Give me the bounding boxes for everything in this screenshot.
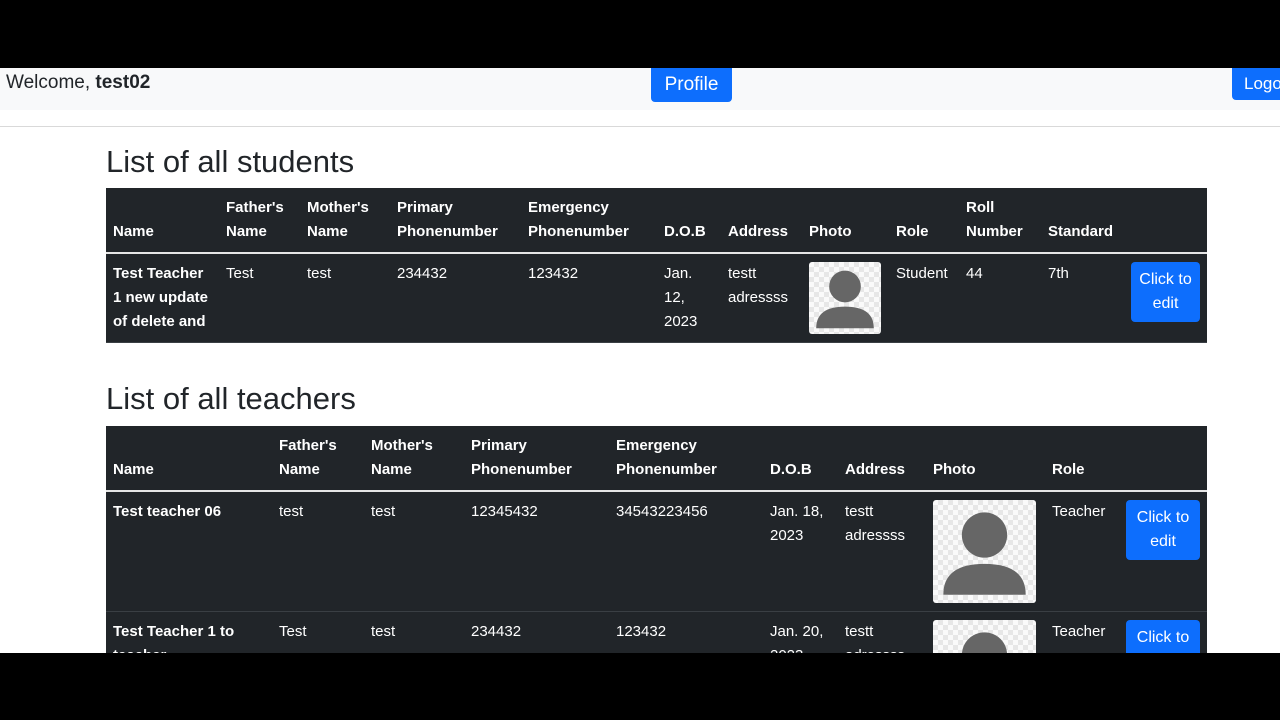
primary-phone: 234432 — [390, 253, 521, 343]
col-name: Name — [106, 188, 219, 254]
emergency-phone: 34543223456 — [609, 491, 763, 612]
col-actions — [1119, 426, 1207, 492]
col-address: Address — [721, 188, 802, 254]
logout-button[interactable]: Logout — [1232, 68, 1280, 100]
welcome-message: Welcome, test02 — [6, 72, 150, 94]
table-row: Test teacher 06 test test 12345432 34543… — [106, 491, 1207, 612]
teacher-name: Test teacher 06 — [106, 491, 272, 612]
edit-button[interactable]: Click to edit — [1126, 500, 1200, 560]
top-navbar: Welcome, test02 Profile Logout — [0, 68, 1280, 110]
dob: Jan. 12, 2023 — [657, 253, 721, 343]
role: Student — [889, 253, 959, 343]
user-avatar-icon — [933, 500, 1036, 603]
students-table: Name Father's Name Mother's Name Primary… — [106, 188, 1207, 343]
col-primary-phone: Primary Phonenumber — [464, 426, 609, 492]
col-primary-phone: Primary Phonenumber — [390, 188, 521, 254]
photo-cell — [926, 611, 1045, 653]
col-photo: Photo — [926, 426, 1045, 492]
photo-cell — [802, 253, 889, 343]
col-address: Address — [838, 426, 926, 492]
teachers-header-row: Name Father's Name Mother's Name Primary… — [106, 426, 1207, 492]
col-role: Role — [889, 188, 959, 254]
fathers-name: test — [272, 491, 364, 612]
col-dob: D.O.B — [657, 188, 721, 254]
col-standard: Standard — [1041, 188, 1124, 254]
standard: 7th — [1041, 253, 1124, 343]
fathers-name: Test — [272, 611, 364, 653]
students-title: List of all students — [106, 144, 355, 179]
col-mothers-name: Mother's Name — [300, 188, 390, 254]
table-row: Test Teacher 1 new update of delete and … — [106, 253, 1207, 343]
edit-cell: Click to edit — [1124, 253, 1207, 343]
teacher-name: Test Teacher 1 to teacher — [106, 611, 272, 653]
user-avatar-icon — [933, 620, 1036, 653]
edit-cell: Click to edit — [1119, 491, 1207, 612]
user-avatar-icon — [809, 262, 881, 334]
mothers-name: test — [364, 491, 464, 612]
dob: Jan. 18, 2023 — [763, 491, 838, 612]
col-actions — [1124, 188, 1207, 254]
col-roll-number: Roll Number — [959, 188, 1041, 254]
edit-cell: Click to edit — [1119, 611, 1207, 653]
roll-number: 44 — [959, 253, 1041, 343]
teachers-table: Name Father's Name Mother's Name Primary… — [106, 426, 1207, 653]
address: testt adressss — [838, 611, 926, 653]
mothers-name: test — [364, 611, 464, 653]
col-fathers-name: Father's Name — [272, 426, 364, 492]
col-role: Role — [1045, 426, 1119, 492]
col-photo: Photo — [802, 188, 889, 254]
emergency-phone: 123432 — [609, 611, 763, 653]
primary-phone: 234432 — [464, 611, 609, 653]
edit-button[interactable]: Click to edit — [1131, 262, 1200, 322]
address: testt adressss — [838, 491, 926, 612]
username: test02 — [95, 72, 151, 93]
students-header-row: Name Father's Name Mother's Name Primary… — [106, 188, 1207, 254]
table-row: Test Teacher 1 to teacher Test test 2344… — [106, 611, 1207, 653]
edit-button[interactable]: Click to edit — [1126, 620, 1200, 653]
dob: Jan. 20, 2023 — [763, 611, 838, 653]
col-mothers-name: Mother's Name — [364, 426, 464, 492]
teachers-title: List of all teachers — [106, 381, 356, 416]
photo-cell — [926, 491, 1045, 612]
browser-viewport: Welcome, test02 Profile Logout List of a… — [0, 68, 1280, 653]
col-dob: D.O.B — [763, 426, 838, 492]
student-name: Test Teacher 1 new update of delete and — [106, 253, 219, 343]
header-divider — [0, 126, 1280, 127]
primary-phone: 12345432 — [464, 491, 609, 612]
welcome-prefix: Welcome, — [6, 72, 96, 93]
profile-button[interactable]: Profile — [651, 68, 732, 102]
fathers-name: Test — [219, 253, 300, 343]
role: Teacher — [1045, 491, 1119, 612]
address: testt adressss — [721, 253, 802, 343]
col-name: Name — [106, 426, 272, 492]
col-fathers-name: Father's Name — [219, 188, 300, 254]
emergency-phone: 123432 — [521, 253, 657, 343]
role: Teacher — [1045, 611, 1119, 653]
col-emergency-phone: Emergency Phonenumber — [609, 426, 763, 492]
mothers-name: test — [300, 253, 390, 343]
col-emergency-phone: Emergency Phonenumber — [521, 188, 657, 254]
